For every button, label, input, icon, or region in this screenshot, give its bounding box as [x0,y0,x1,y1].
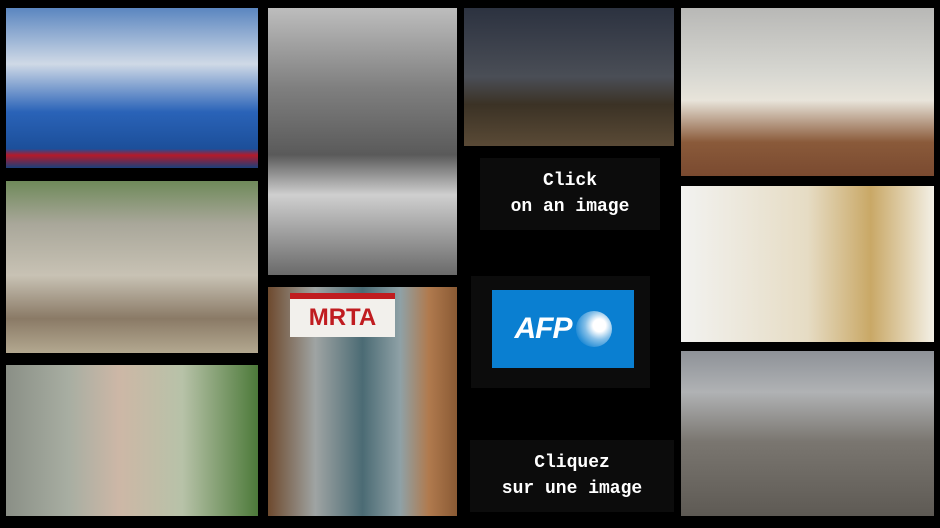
globe-icon [575,311,612,347]
afp-logo[interactable]: AFP [492,290,634,368]
photo-ruined-city[interactable] [681,351,934,516]
instruction-line: Cliquez [534,453,610,473]
photo-swimmer[interactable] [6,8,258,168]
photo-mrta-window[interactable]: MRTA [268,287,457,516]
instruction-line: on an image [510,197,630,217]
mrta-banner: MRTA [290,293,395,337]
instruction-line: sur une image [501,479,643,499]
photo-praying-men[interactable] [681,8,934,176]
photo-seated-cleric[interactable] [268,8,457,275]
afp-logo-text: AFP [514,312,573,345]
instruction-english: Click on an image [480,158,660,230]
photo-armed-men[interactable] [6,181,258,353]
photo-hands-fence[interactable] [6,365,258,516]
instruction-french: Cliquez sur une image [470,440,674,512]
instruction-line: Click [542,171,597,191]
photo-soldiers-night[interactable] [464,8,674,146]
photo-pope[interactable] [681,186,934,342]
